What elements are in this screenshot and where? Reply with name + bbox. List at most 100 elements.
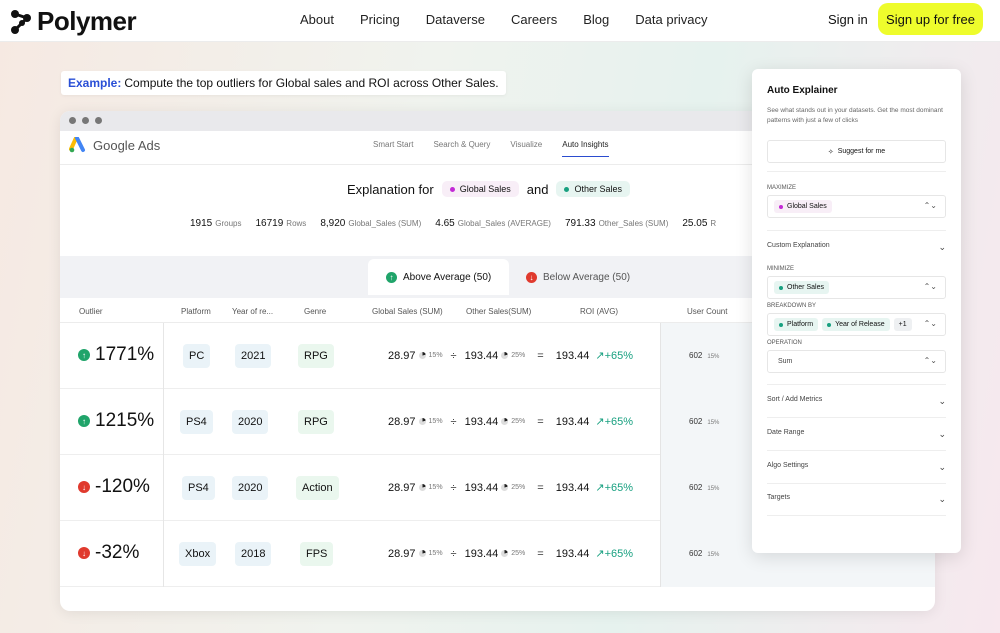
panel-subtitle: See what stands out in your datasets. Ge… <box>767 107 943 124</box>
col-genre[interactable]: Genre <box>304 307 326 316</box>
tab-above-average[interactable]: ↑ Above Average (50) <box>368 259 510 295</box>
global-sales-value: 28.97 <box>388 547 416 560</box>
metric-chip-global-sales: Global Sales <box>441 181 519 197</box>
minimize-select[interactable]: Other Sales ⌃⌄ <box>767 276 946 299</box>
divider <box>767 384 946 385</box>
col-other-sales[interactable]: Other Sales(SUM) <box>466 307 531 316</box>
section-label: Custom Explanation <box>767 242 830 249</box>
google-ads-brand: Google Ads <box>69 137 160 153</box>
operation-value: Sum <box>778 358 793 365</box>
menu-careers[interactable]: Careers <box>511 12 557 27</box>
algo-settings-section[interactable]: Algo Settings ⌄ <box>767 462 946 473</box>
other-pct: 25% <box>511 484 526 491</box>
menu-blog[interactable]: Blog <box>583 12 609 27</box>
breakdown-chip-year: Year of Release <box>822 318 890 331</box>
suggest-label: Suggest for me <box>837 148 886 155</box>
app-tabs: Smart Start Search & Query Visualize Aut… <box>373 140 629 157</box>
user-count-pct: 15% <box>707 486 720 492</box>
divide-sign: ÷ <box>450 349 457 362</box>
genre-tag: FPS <box>300 542 334 566</box>
arrow-up-icon: ↑ <box>386 271 397 283</box>
pie-icon <box>418 418 426 425</box>
roi-gain: ↗+65% <box>595 482 634 494</box>
outlier-cell: ↑ 1771% <box>60 323 164 389</box>
updown-caret-icon: ⌃⌄ <box>923 282 937 291</box>
logo-text: Polymer <box>37 6 137 36</box>
operation-label: OPERATION <box>767 340 802 346</box>
window-dot-icon <box>95 117 102 124</box>
date-range-section[interactable]: Date Range ⌄ <box>767 429 946 440</box>
divider <box>767 171 946 172</box>
platform-tag: PS4 <box>180 410 213 434</box>
maximize-label: MAXIMIZE <box>767 185 797 191</box>
teal-dot-icon <box>564 186 570 192</box>
genre-tag: RPG <box>298 344 334 368</box>
platform-tag: Xbox <box>179 542 217 566</box>
breakdown-select[interactable]: Platform Year of Release +1 ⌃⌄ <box>767 313 946 336</box>
teal-dot-icon <box>827 322 832 327</box>
global-pct: 15% <box>428 550 443 557</box>
col-year[interactable]: Year of re... <box>232 307 273 316</box>
col-global-sales[interactable]: Global Sales (SUM) <box>372 307 443 316</box>
global-pct: 15% <box>428 484 443 491</box>
panel-title: Auto Explainer <box>767 85 838 96</box>
stat-roi: 25.05 R <box>682 218 717 229</box>
user-count-value: 602 <box>689 549 703 558</box>
stat-global-sum: 8,920 Global_Sales (SUM) <box>320 218 422 229</box>
col-user-count[interactable]: User Count <box>687 307 727 316</box>
outlier-value: 1215% <box>95 410 155 431</box>
trend-up-icon: ↗ <box>595 548 605 560</box>
menu-pricing[interactable]: Pricing <box>360 12 400 27</box>
suggest-button[interactable]: ✧ Suggest for me <box>767 140 946 163</box>
outlier-value: -120% <box>95 476 150 497</box>
breakdown-label: BREAKDOWN BY <box>767 303 817 309</box>
custom-explanation-section[interactable]: Custom Explanation ⌄ <box>767 242 946 253</box>
col-outlier[interactable]: Outlier <box>79 307 103 316</box>
teal-dot-icon <box>779 285 783 290</box>
global-sales-value: 28.97 <box>388 349 416 362</box>
global-pct: 15% <box>428 418 443 425</box>
other-sales-value: 193.44 <box>464 547 499 560</box>
targets-section[interactable]: Targets ⌄ <box>767 494 946 505</box>
updown-caret-icon: ⌃⌄ <box>923 201 937 210</box>
tab-below-average[interactable]: ↓ Below Average (50) <box>508 259 648 295</box>
roi-value: 193.44 <box>555 547 590 560</box>
pie-icon <box>501 418 509 425</box>
stats-bar: 1915 Groups 16719 Rows 8,920 Global_Sales (… <box>190 218 730 229</box>
user-count-pct: 15% <box>707 552 720 558</box>
sort-add-metrics-section[interactable]: Sort / Add Metrics ⌄ <box>767 396 946 407</box>
window-dot-icon <box>69 117 76 124</box>
outlier-cell: ↓ -32% <box>60 521 164 587</box>
tab-auto-insights[interactable]: Auto Insights <box>562 140 609 157</box>
example-prompt: Example: Compute the top outliers for Gl… <box>61 71 506 95</box>
col-platform[interactable]: Platform <box>181 307 211 316</box>
divide-sign: ÷ <box>450 547 457 560</box>
arrow-up-icon: ↑ <box>78 349 90 361</box>
maximize-select[interactable]: Global Sales ⌃⌄ <box>767 195 946 218</box>
sign-up-button[interactable]: Sign up for free <box>878 3 983 35</box>
col-roi[interactable]: ROI (AVG) <box>580 307 618 316</box>
trend-up-icon: ↗ <box>595 482 605 494</box>
menu-data-privacy[interactable]: Data privacy <box>635 12 707 27</box>
arrow-down-icon: ↓ <box>78 481 90 493</box>
equals-sign: = <box>537 349 544 362</box>
menu-about[interactable]: About <box>300 12 334 27</box>
platform-tag: PS4 <box>182 476 215 500</box>
logo[interactable]: Polymer <box>10 6 137 37</box>
divider <box>767 230 946 231</box>
pink-dot-icon <box>449 186 455 192</box>
tab-search-query[interactable]: Search & Query <box>433 140 490 157</box>
menu-dataverse[interactable]: Dataverse <box>426 12 485 27</box>
tab-visualize[interactable]: Visualize <box>510 140 542 157</box>
year-tag: 2021 <box>235 344 272 368</box>
tab-smart-start[interactable]: Smart Start <box>373 140 413 157</box>
roi-value: 193.44 <box>555 349 590 362</box>
sign-in-link[interactable]: Sign in <box>828 12 868 27</box>
section-label: Date Range <box>767 429 805 436</box>
formula: 28.97 15% ÷ 193.44 25% = 193.44 ↗+65% <box>388 547 633 561</box>
teal-dot-icon <box>779 322 783 327</box>
outlier-value: 1771% <box>95 344 155 365</box>
operation-select[interactable]: Sum ⌃⌄ <box>767 350 946 373</box>
user-count-value: 602 <box>689 351 703 360</box>
year-tag: 2020 <box>232 410 269 434</box>
